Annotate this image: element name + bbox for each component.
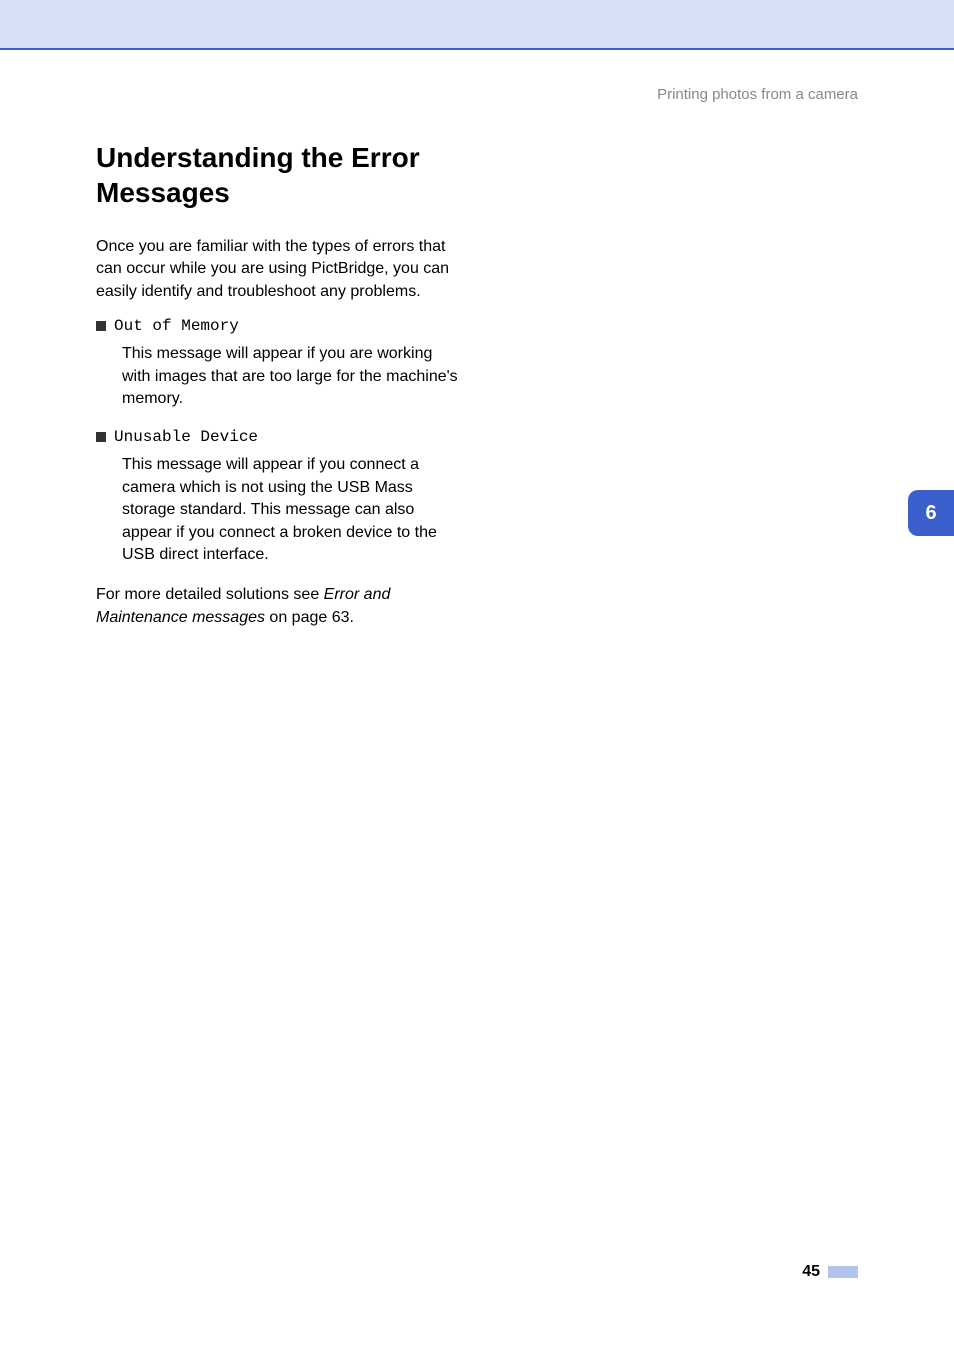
- chapter-number: 6: [925, 502, 936, 525]
- main-content: Understanding the Error Messages Once yo…: [96, 140, 464, 629]
- page-number-region: 45: [802, 1263, 858, 1281]
- closing-suffix: on page 63.: [265, 609, 354, 626]
- page-marker-icon: [828, 1266, 858, 1278]
- error-item: Unusable Device This message will appear…: [96, 428, 464, 566]
- error-item-header: Unusable Device: [96, 428, 464, 446]
- header-band: [0, 0, 954, 50]
- chapter-tab: 6: [908, 490, 954, 536]
- error-label: Unusable Device: [114, 428, 258, 446]
- page-heading: Understanding the Error Messages: [96, 140, 464, 210]
- error-description: This message will appear if you are work…: [122, 343, 464, 410]
- page-number: 45: [802, 1263, 820, 1281]
- intro-paragraph: Once you are familiar with the types of …: [96, 236, 464, 303]
- chapter-label: Printing photos from a camera: [657, 86, 858, 103]
- error-item-header: Out of Memory: [96, 317, 464, 335]
- square-bullet-icon: [96, 321, 106, 331]
- error-description: This message will appear if you connect …: [122, 454, 464, 566]
- square-bullet-icon: [96, 432, 106, 442]
- closing-paragraph: For more detailed solutions see Error an…: [96, 584, 464, 629]
- error-item: Out of Memory This message will appear i…: [96, 317, 464, 410]
- closing-prefix: For more detailed solutions see: [96, 586, 324, 603]
- error-label: Out of Memory: [114, 317, 239, 335]
